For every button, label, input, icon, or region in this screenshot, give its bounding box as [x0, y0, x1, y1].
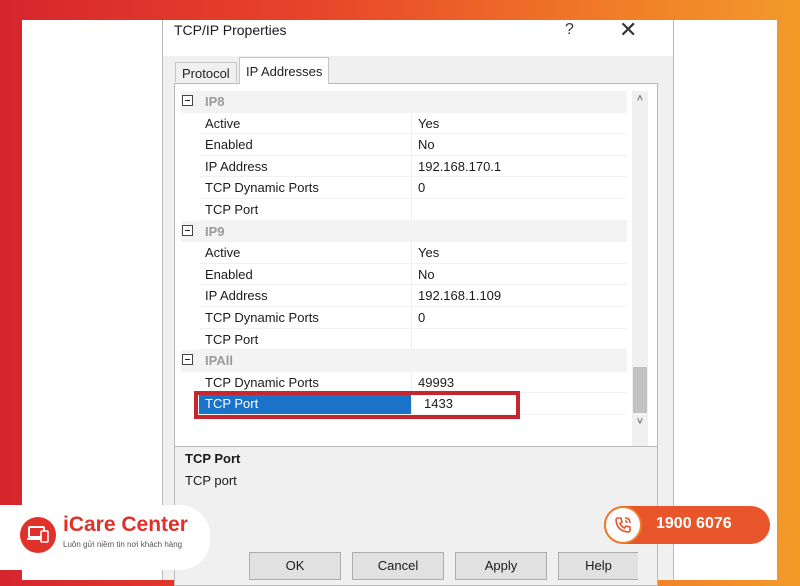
tab-protocol[interactable]: Protocol: [175, 62, 237, 82]
property-name: TCP Port: [199, 393, 411, 415]
grid-category-label: IPAll: [205, 353, 233, 369]
close-button[interactable]: ✕: [619, 17, 637, 43]
grid-category-row[interactable]: IPAll: [181, 350, 627, 372]
grid-property-row[interactable]: Enabled No: [181, 134, 627, 156]
property-value[interactable]: 1433: [411, 393, 627, 415]
grid-category-label: IP8: [205, 94, 225, 109]
property-name: TCP Dynamic Ports: [199, 372, 411, 394]
vertical-scrollbar[interactable]: ˄ ˅: [632, 91, 648, 449]
property-value[interactable]: 192.168.170.1: [411, 155, 627, 178]
collapse-minus-icon[interactable]: [182, 354, 193, 366]
property-value[interactable]: No: [411, 134, 627, 156]
grid-property-row[interactable]: IP Address 192.168.170.1: [181, 155, 627, 178]
ok-button[interactable]: OK: [249, 552, 341, 580]
property-value[interactable]: 192.168.1.109: [411, 285, 627, 307]
property-name: Enabled: [199, 134, 411, 156]
grid-property-row[interactable]: Enabled No: [181, 263, 627, 286]
property-value[interactable]: 0: [411, 177, 627, 199]
property-name: Active: [199, 113, 411, 135]
grid-property-row[interactable]: TCP Dynamic Ports 0: [181, 306, 627, 329]
cancel-button[interactable]: Cancel: [352, 552, 444, 580]
property-name: Enabled: [199, 264, 411, 286]
property-value[interactable]: No: [411, 263, 627, 286]
grid-property-row-selected[interactable]: TCP Port 1433: [181, 393, 627, 415]
description-text: TCP port: [185, 473, 237, 488]
grid-property-row[interactable]: TCP Dynamic Ports 49993: [181, 371, 627, 394]
property-value[interactable]: 0: [411, 306, 627, 329]
tcpip-properties-dialog: TCP/IP Properties ? ✕ Protocol IP Addres…: [162, 17, 674, 586]
grid-property-row[interactable]: TCP Dynamic Ports 0: [181, 177, 627, 199]
collapse-minus-icon[interactable]: [182, 224, 193, 236]
apply-button[interactable]: Apply: [455, 552, 547, 580]
grid-property-row[interactable]: Active Yes: [181, 112, 627, 135]
grid-property-row[interactable]: IP Address 192.168.1.109: [181, 285, 627, 307]
property-name: IP Address: [199, 156, 411, 178]
collapse-minus-icon[interactable]: [182, 95, 193, 106]
grid-property-row[interactable]: TCP Port: [181, 328, 627, 351]
grid-category-label: IP9: [205, 223, 225, 239]
property-name: TCP Dynamic Ports: [199, 307, 411, 329]
hotline-badge[interactable]: 1900 6076: [604, 506, 770, 544]
grid-category-row[interactable]: IP9: [181, 220, 627, 243]
property-grid-panel: IP8 Active Yes Enabled No IP Address 192.168.1…: [174, 83, 658, 463]
phone-icon: [604, 506, 642, 544]
property-value[interactable]: Yes: [411, 242, 627, 264]
brand-logo: iCare Center Luôn gửi niềm tin nơi khách…: [0, 505, 210, 570]
property-value[interactable]: [411, 198, 627, 221]
property-value[interactable]: Yes: [411, 112, 627, 135]
chevron-up-icon[interactable]: ˄: [632, 91, 648, 107]
grid-property-row[interactable]: TCP Port: [181, 198, 627, 221]
tab-ip-addresses[interactable]: IP Addresses: [239, 57, 330, 84]
dialog-title: TCP/IP Properties: [174, 22, 287, 38]
property-name: Active: [199, 242, 411, 264]
property-value[interactable]: 49993: [411, 371, 627, 394]
grid-property-row[interactable]: Active Yes: [181, 242, 627, 264]
property-value[interactable]: [411, 328, 627, 351]
brand-tagline: Luôn gửi niềm tin nơi khách hàng: [63, 540, 183, 549]
help-title-button[interactable]: ?: [565, 21, 574, 39]
help-button[interactable]: Help: [558, 552, 638, 580]
grid-category-row[interactable]: IP8: [181, 91, 627, 113]
laptop-logo-icon: [20, 517, 56, 553]
property-name: TCP Dynamic Ports: [199, 177, 411, 199]
title-bar: TCP/IP Properties ? ✕: [163, 17, 673, 56]
property-grid: IP8 Active Yes Enabled No IP Address 192.168.1…: [181, 91, 627, 415]
scroll-thumb[interactable]: [633, 367, 647, 413]
description-title: TCP Port: [185, 451, 241, 466]
property-name: TCP Port: [199, 199, 411, 221]
property-name: TCP Port: [199, 329, 411, 351]
hotline-number: 1900 6076: [656, 515, 732, 532]
brand-name: iCare Center: [63, 513, 188, 536]
chevron-down-icon[interactable]: ˅: [632, 414, 648, 430]
property-name: IP Address: [199, 285, 411, 307]
